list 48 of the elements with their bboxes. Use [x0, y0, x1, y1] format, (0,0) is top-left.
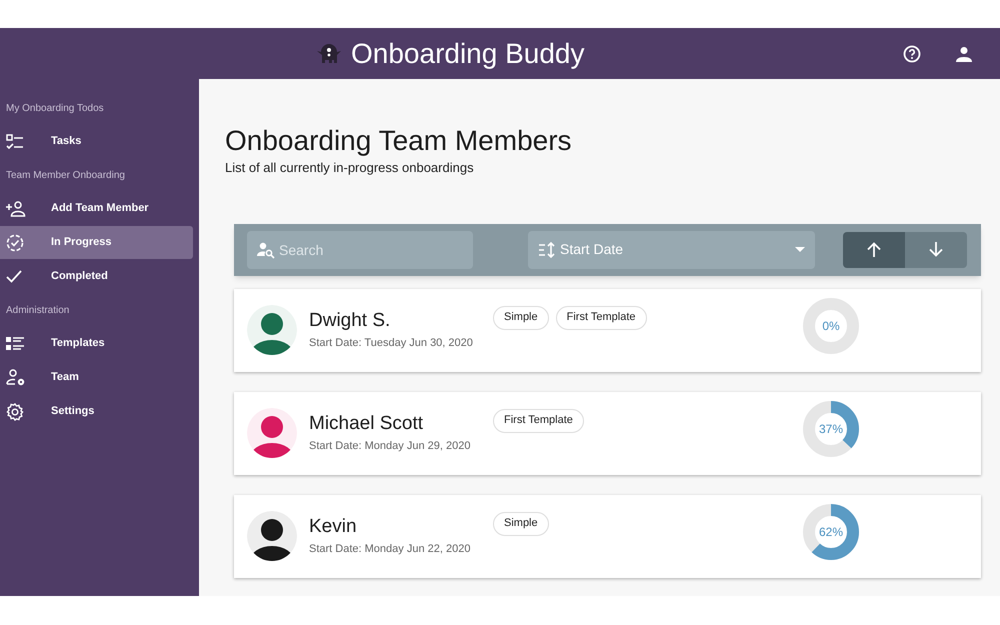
- sort-icon: [538, 240, 556, 258]
- template-chip: Simple: [493, 306, 549, 330]
- check-icon: [6, 270, 22, 283]
- member-card[interactable]: Kevin Start Date: Monday Jun 22, 2020 Simple 62%: [234, 494, 981, 578]
- add-person-icon: [6, 200, 26, 216]
- user-icon: [956, 46, 972, 62]
- template-chip: First Template: [493, 408, 584, 432]
- start-date: Start Date: Monday Jun 22, 2020: [309, 542, 470, 556]
- member-card[interactable]: Michael Scott Start Date: Monday Jun 29, 2020 First Template 37%: [234, 392, 981, 474]
- member-name: Dwight S.: [309, 308, 390, 332]
- page-title: Onboarding Team Members: [225, 124, 572, 158]
- arrow-up-icon: [867, 242, 881, 257]
- settings-icon: [6, 402, 24, 420]
- nav-item[interactable]: Team: [0, 361, 193, 394]
- sort-direction-button[interactable]: [905, 232, 967, 268]
- nav-item[interactable]: Completed: [0, 260, 193, 293]
- member-card[interactable]: Dwight S. Start Date: Tuesday Jun 30, 2020 Simple First Template 0%: [234, 288, 981, 372]
- progress-percent: 37%: [818, 420, 844, 438]
- template-chip: First Template: [556, 306, 646, 330]
- search-field[interactable]: Search: [247, 230, 473, 268]
- dropdown-caret-icon: [795, 247, 805, 252]
- nav-item[interactable]: In Progress: [0, 226, 193, 259]
- member-name: Kevin: [309, 514, 357, 538]
- start-date: Start Date: Tuesday Jun 30, 2020: [309, 336, 473, 350]
- section-heading: My Onboarding Todos: [6, 102, 104, 116]
- mascot-icon: [316, 42, 342, 66]
- progress-percent: 0%: [821, 318, 841, 334]
- progress-percent: 62%: [818, 524, 844, 540]
- nav-item[interactable]: Settings: [0, 395, 193, 428]
- nav-item[interactable]: Tasks: [0, 125, 193, 158]
- help-icon: [903, 44, 921, 62]
- template-chip: Simple: [493, 512, 549, 536]
- member-name: Michael Scott: [309, 412, 424, 436]
- person-search-icon: [257, 240, 275, 258]
- person-gear-icon: [6, 369, 26, 386]
- page-subtitle: List of all currently in-progress onboardings: [225, 159, 474, 177]
- section-heading: Team Member Onboarding: [6, 168, 125, 182]
- arrow-down-icon: [929, 242, 943, 257]
- start-date: Start Date: Monday Jun 29, 2020: [309, 438, 470, 454]
- checklist-icon: [6, 134, 24, 150]
- nav-item[interactable]: Templates: [0, 327, 193, 360]
- sort-direction-button[interactable]: [843, 232, 905, 268]
- help-button[interactable]: [902, 44, 922, 64]
- list-icon: [6, 336, 24, 352]
- section-heading: Administration: [6, 304, 70, 318]
- app-title: Onboarding Buddy: [351, 36, 585, 71]
- dashed-check-circle-icon: [6, 234, 24, 252]
- nav-item[interactable]: Add Team Member: [0, 192, 193, 225]
